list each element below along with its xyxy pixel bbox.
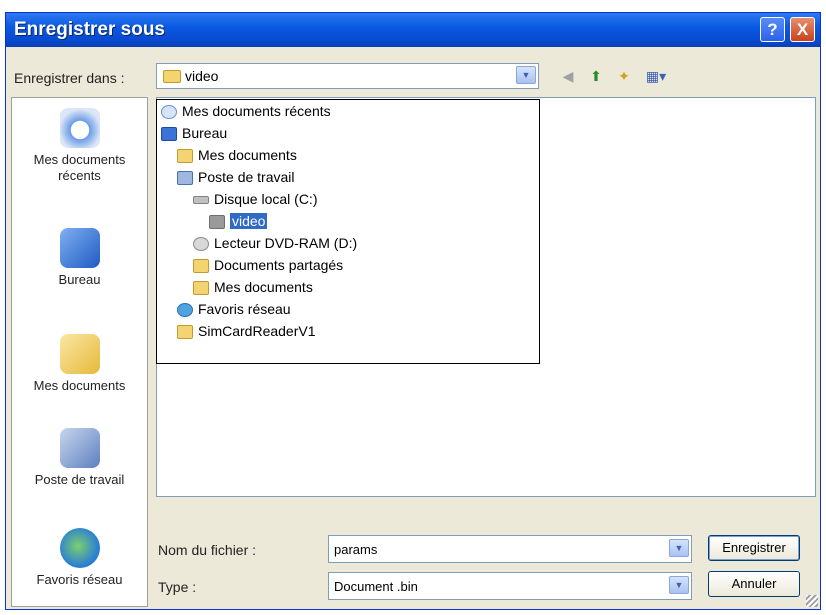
help-button[interactable]: ? xyxy=(760,17,785,42)
recent-documents-icon xyxy=(59,108,100,148)
folder-icon xyxy=(163,70,181,83)
list-item[interactable]: Favoris réseau xyxy=(177,298,291,320)
filename-label: Nom du fichier : xyxy=(158,542,257,558)
title-bar[interactable]: Enregistrer sous ? X xyxy=(6,13,820,47)
my-computer-icon xyxy=(177,171,193,186)
shared-folder-icon xyxy=(193,259,209,274)
my-documents-icon xyxy=(177,149,193,164)
folder-icon xyxy=(177,325,193,340)
save-in-value: video xyxy=(185,68,219,84)
list-item[interactable]: Mes documents xyxy=(193,276,313,298)
place-label: Mes documents xyxy=(33,378,126,393)
close-button[interactable]: X xyxy=(790,17,815,42)
list-item[interactable]: Mes documents xyxy=(177,144,297,166)
filetype-select[interactable]: Document .bin ▼ xyxy=(328,572,692,600)
chevron-down-icon[interactable]: ▼ xyxy=(669,539,689,557)
place-recent-documents[interactable]: Mes documents récents xyxy=(12,108,147,184)
filename-field[interactable]: params ▼ xyxy=(328,535,692,563)
cancel-button[interactable]: Annuler xyxy=(708,571,800,597)
dialog-title: Enregistrer sous xyxy=(14,19,165,40)
view-menu-icon[interactable]: ▦▾ xyxy=(642,67,670,85)
place-my-documents[interactable]: Mes documents xyxy=(12,334,147,394)
filetype-value: Document .bin xyxy=(334,579,418,594)
save-in-label: Enregistrer dans : xyxy=(14,70,125,86)
place-desktop[interactable]: Bureau xyxy=(12,228,147,288)
desktop-icon xyxy=(161,127,177,142)
hard-drive-icon xyxy=(193,196,209,205)
list-item-selected[interactable]: video xyxy=(209,210,268,232)
place-label: Bureau xyxy=(58,272,101,287)
list-item[interactable]: Bureau xyxy=(161,122,227,144)
up-folder-icon[interactable]: ⬆ xyxy=(586,67,606,85)
list-item[interactable]: Poste de travail xyxy=(177,166,295,188)
desktop-icon xyxy=(59,228,100,268)
list-item[interactable]: Disque local (C:) xyxy=(193,188,317,210)
my-documents-icon xyxy=(59,334,100,374)
places-bar: Mes documents récents Bureau Mes documen… xyxy=(11,97,148,607)
list-item[interactable]: SimCardReaderV1 xyxy=(177,320,316,342)
place-label: Poste de travail xyxy=(34,472,125,487)
dvd-drive-icon xyxy=(193,237,209,252)
list-item[interactable]: Lecteur DVD-RAM (D:) xyxy=(193,232,357,254)
chevron-down-icon[interactable]: ▼ xyxy=(669,576,689,594)
save-button[interactable]: Enregistrer xyxy=(708,535,800,561)
folder-icon xyxy=(209,215,225,230)
place-label: Favoris réseau xyxy=(36,572,123,587)
network-places-icon xyxy=(177,303,193,318)
place-my-computer[interactable]: Poste de travail xyxy=(12,428,147,488)
place-network[interactable]: Favoris réseau xyxy=(12,528,147,588)
location-dropdown-list[interactable]: Mes documents récents Bureau Mes documen… xyxy=(156,99,540,364)
place-label: Mes documents récents xyxy=(33,152,126,183)
new-folder-icon[interactable]: ✦ xyxy=(614,67,634,85)
folder-icon xyxy=(193,281,209,296)
network-places-icon xyxy=(59,528,100,568)
back-icon[interactable]: ◀ xyxy=(558,67,578,85)
list-item[interactable]: Documents partagés xyxy=(193,254,343,276)
filename-value: params xyxy=(334,542,378,557)
filetype-label: Type : xyxy=(158,579,197,595)
resize-grip[interactable] xyxy=(806,595,818,607)
save-in-combo[interactable]: video ▼ xyxy=(156,63,539,89)
list-item[interactable]: Mes documents récents xyxy=(161,100,331,122)
recent-documents-icon xyxy=(161,105,177,120)
save-as-dialog: Enregistrer sous ? X Enregistrer dans : … xyxy=(5,12,821,610)
chevron-down-icon[interactable]: ▼ xyxy=(516,66,536,84)
my-computer-icon xyxy=(59,428,100,468)
